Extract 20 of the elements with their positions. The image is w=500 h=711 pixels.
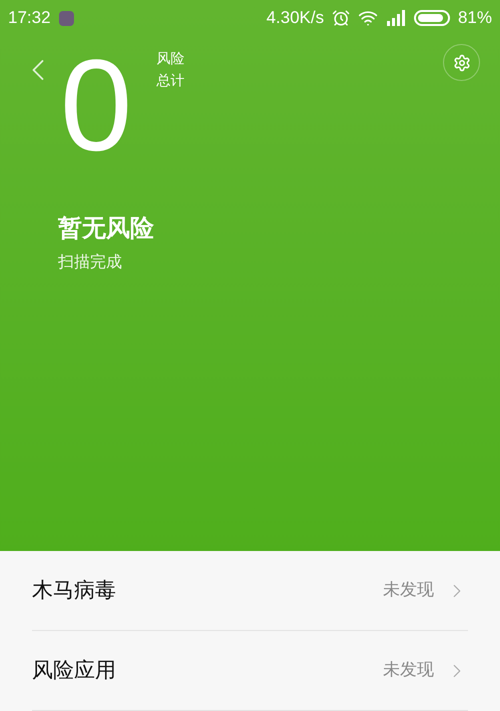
row-value: 未发现 [383, 578, 434, 602]
count-label: 风险 [156, 50, 184, 69]
status-subtitle: 扫描完成 [58, 251, 123, 273]
settings-button[interactable] [443, 44, 480, 81]
status-title: 暂无风险 [58, 213, 155, 244]
risk-count: 0 [60, 31, 132, 180]
settings-icon [452, 54, 470, 72]
scan-result-row[interactable]: 风险应用 未发现 [32, 631, 468, 711]
signal-icon [386, 10, 406, 26]
battery-icon [414, 10, 450, 26]
scan-result-row[interactable]: 木马病毒 未发现 [32, 551, 468, 631]
row-label: 木马病毒 [32, 576, 116, 604]
status-time: 17:32 [8, 7, 51, 30]
battery-level: 81% [458, 7, 492, 30]
count-label: 总计 [156, 72, 184, 91]
row-label: 风险应用 [32, 656, 116, 684]
notification-icon [58, 10, 74, 26]
alarm-icon [332, 9, 350, 27]
row-value: 未发现 [383, 658, 434, 682]
network-speed: 4.30K/s [266, 7, 324, 30]
